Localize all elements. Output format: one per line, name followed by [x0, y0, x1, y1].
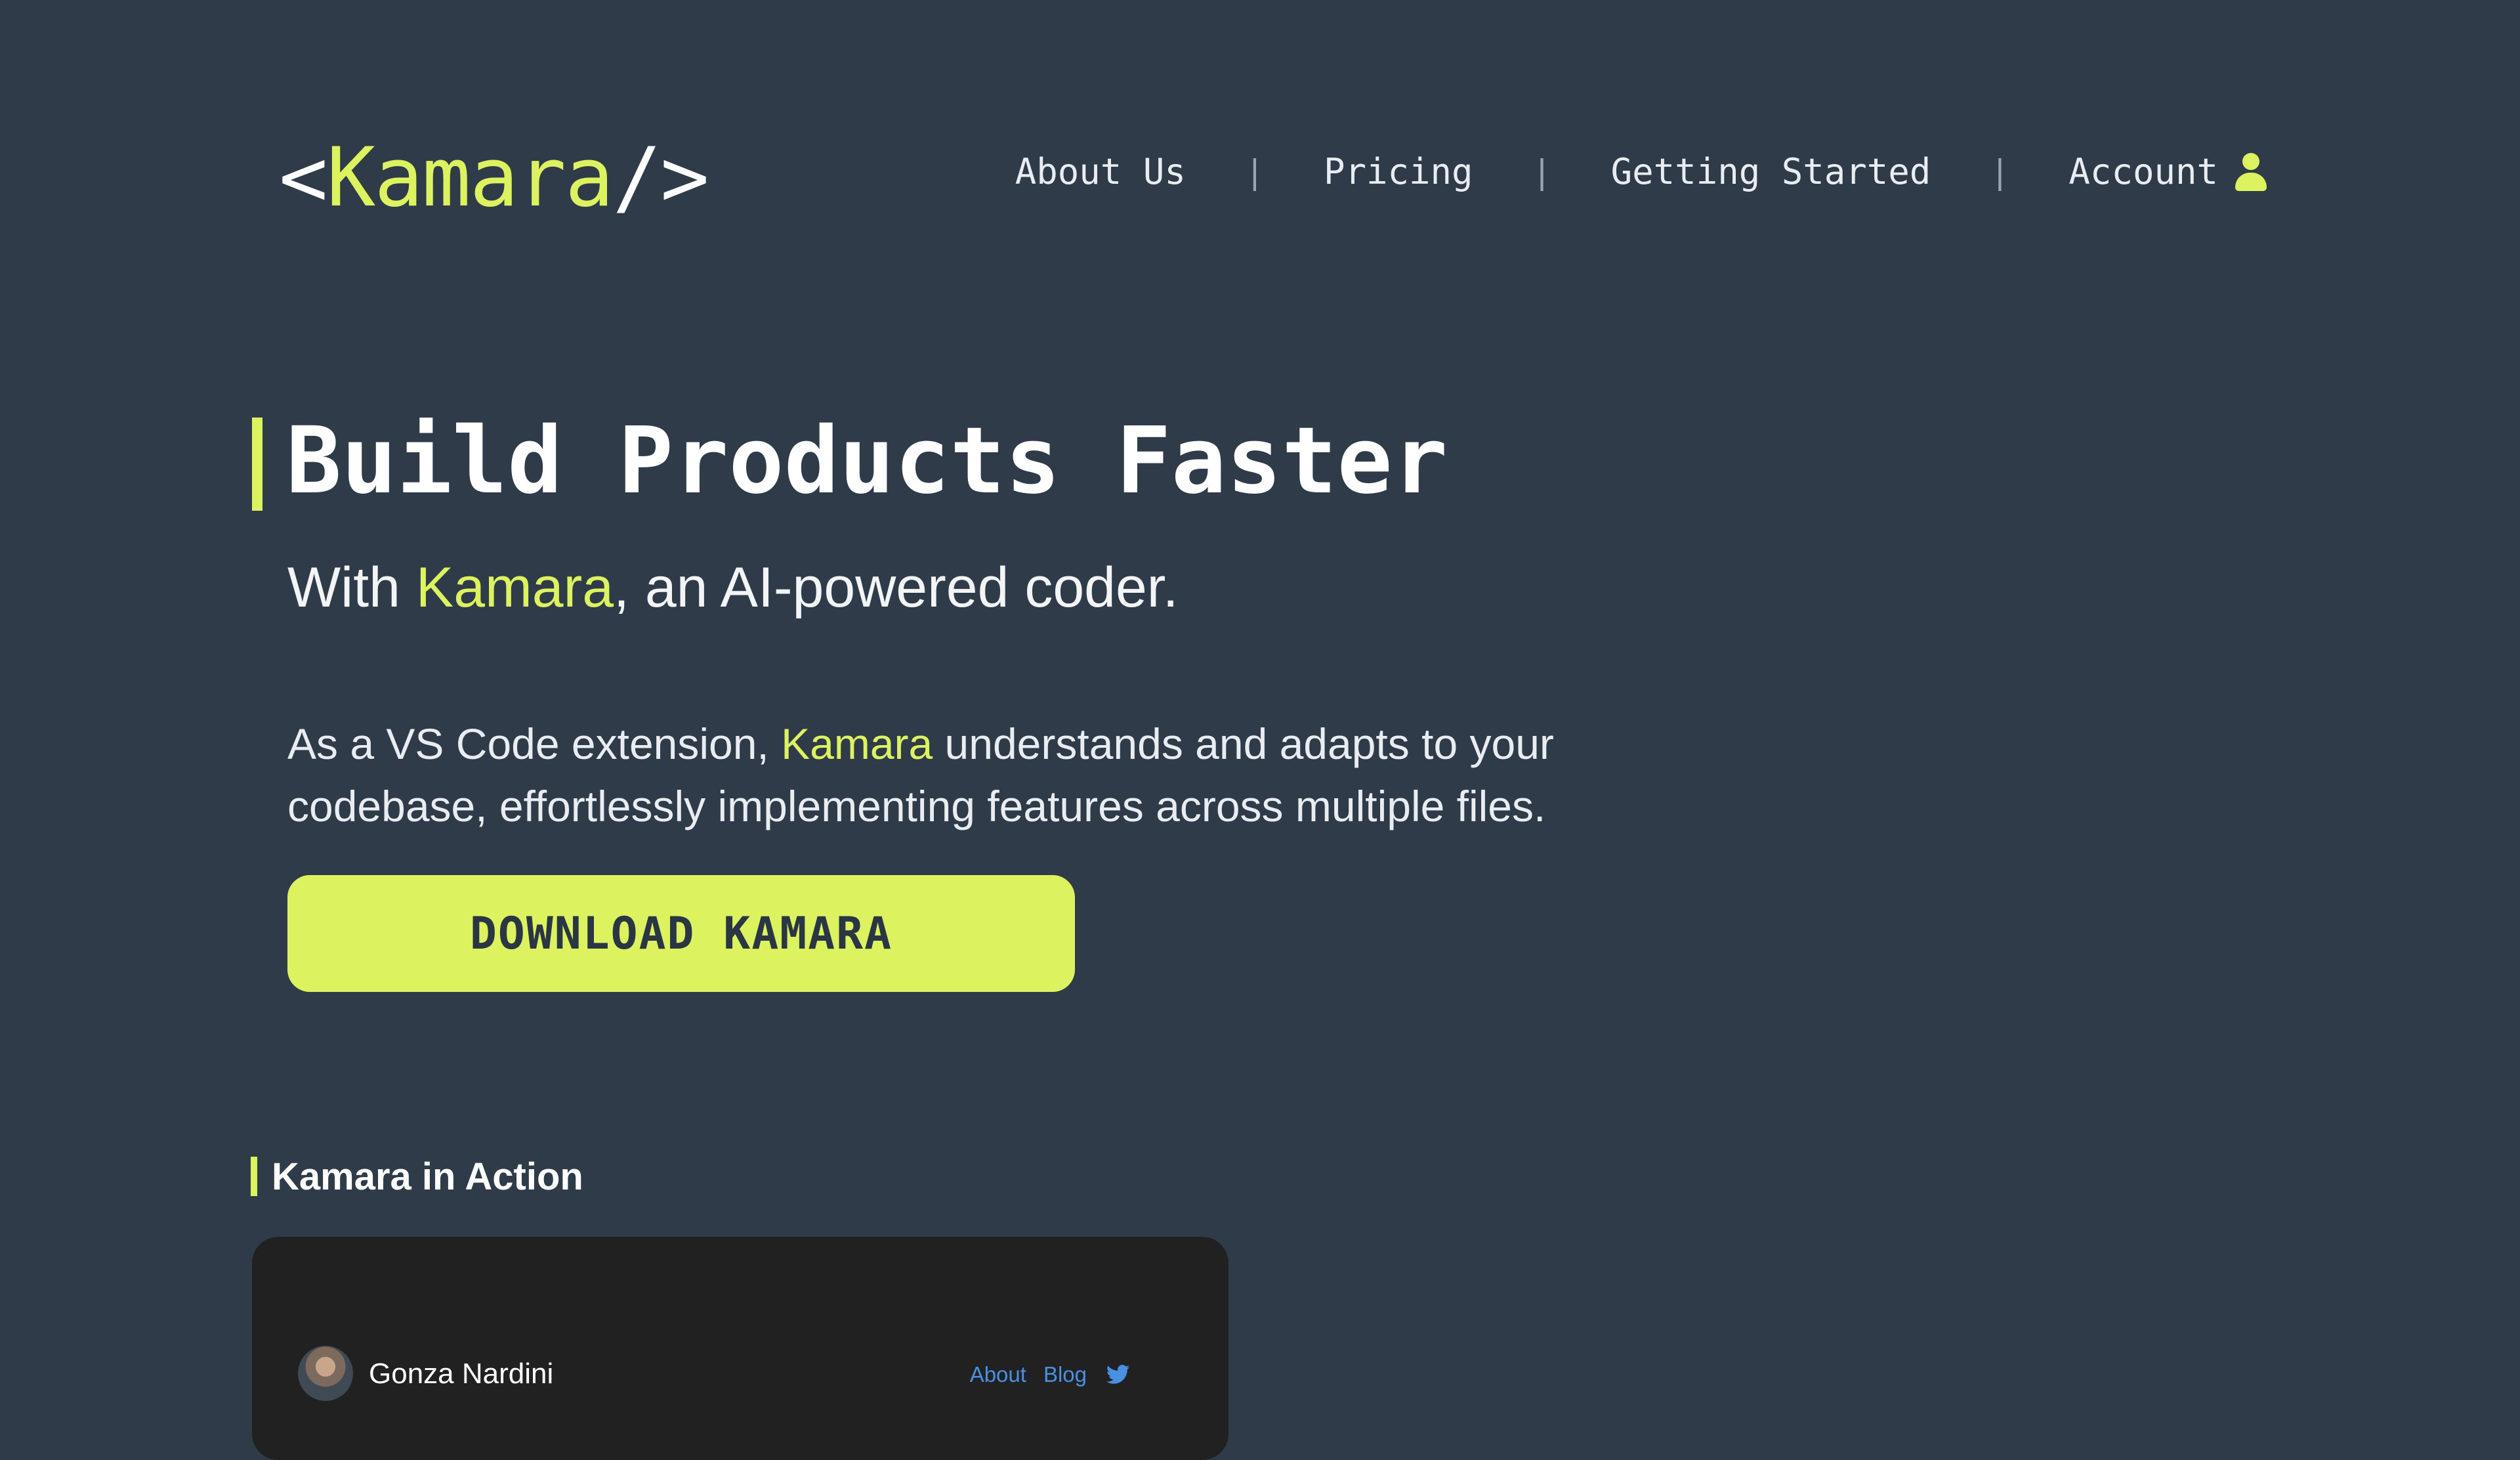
nav-separator: | — [1244, 153, 1265, 191]
avatar — [298, 1346, 353, 1401]
hero-accent-bar — [252, 418, 262, 511]
nav-about-us[interactable]: About Us — [1015, 146, 1186, 198]
logo-open-bracket: < — [279, 131, 328, 225]
preview-author-name: Gonza Nardini — [369, 1358, 554, 1390]
user-icon — [2235, 153, 2267, 191]
hero-description-brand: Kamara — [781, 719, 933, 768]
section-accent-bar — [251, 1157, 257, 1196]
hero-subtitle-suffix: , an AI-powered coder. — [614, 556, 1179, 619]
preview-link-blog[interactable]: Blog — [1043, 1360, 1087, 1389]
nav-pricing[interactable]: Pricing — [1324, 146, 1473, 198]
nav-getting-started[interactable]: Getting Started — [1611, 146, 1931, 198]
preview-nav: About Blog — [970, 1360, 1130, 1389]
download-button[interactable]: DOWNLOAD KAMARA — [287, 875, 1075, 992]
hero-title: Build Products Faster — [286, 408, 1448, 515]
hero-subtitle-prefix: With — [287, 556, 416, 619]
nav-account-label: Account — [2068, 151, 2218, 192]
logo[interactable]: <Kamara/> — [279, 129, 709, 227]
nav-separator: | — [1990, 153, 2010, 191]
hero-subtitle-brand: Kamara — [415, 556, 614, 619]
hero-description: As a VS Code extension, Kamara understan… — [287, 713, 1666, 838]
logo-close-bracket: /> — [612, 131, 709, 225]
hero-subtitle: With Kamara, an AI-powered coder. — [287, 551, 1179, 624]
demo-preview-card[interactable]: Gonza Nardini About Blog — [252, 1237, 1228, 1460]
section-title: Kamara in Action — [272, 1155, 583, 1198]
twitter-icon[interactable] — [1106, 1365, 1130, 1385]
hero-description-prefix: As a VS Code extension, — [287, 719, 782, 768]
nav-separator: | — [1532, 153, 1552, 191]
nav-account[interactable]: Account — [2068, 146, 2267, 198]
main-nav: About Us | Pricing | Getting Started | A… — [1015, 146, 2267, 198]
logo-name: Kamara — [326, 131, 614, 225]
preview-link-about[interactable]: About — [970, 1360, 1026, 1389]
